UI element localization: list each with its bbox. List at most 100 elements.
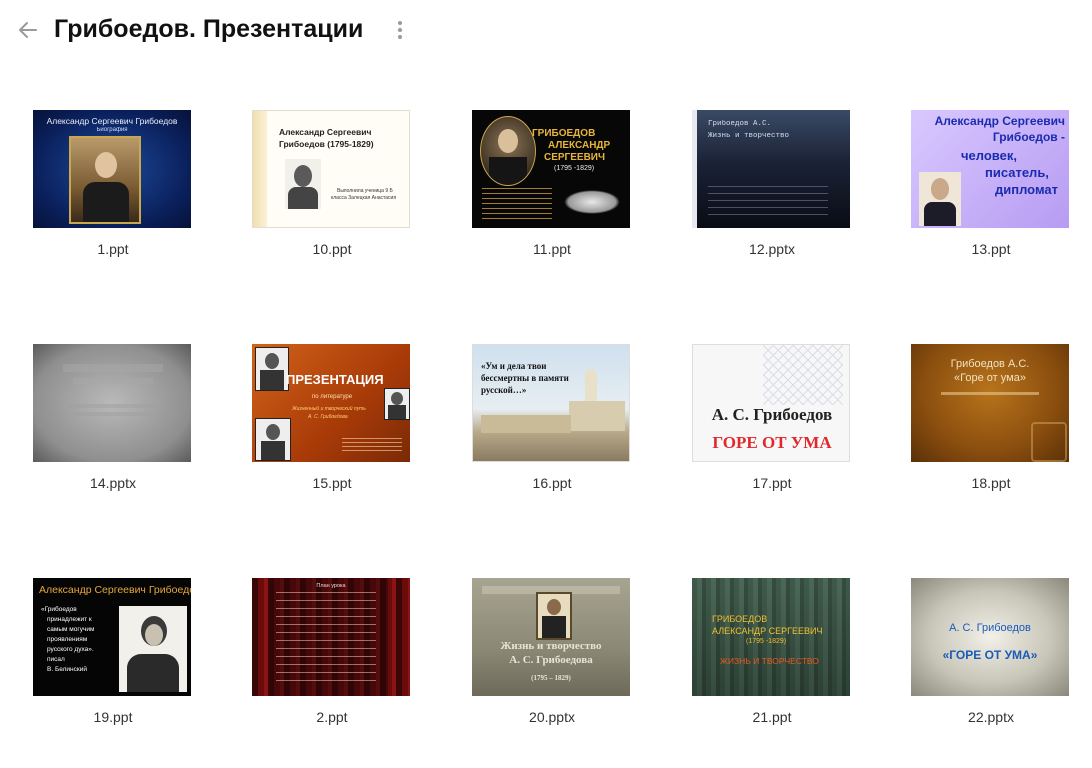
slide-text: Александр Сергеевич [934,114,1065,128]
slide-text: «Грибоедов [41,606,77,613]
file-item[interactable]: 14.pptx [13,344,213,534]
slide-text: писатель, [985,165,1049,180]
slide-thumbnail: А. С. Грибоедов ГОРЕ ОТ УМА [692,344,850,462]
file-item[interactable]: Грибоедов А.С. «Горе от ума» 18.ppt [891,344,1091,534]
slide-text: ГРИБОЕДОВ [712,614,768,624]
arrow-left-icon [19,22,37,38]
file-name: 15.ppt [312,475,352,491]
slide-text: А. С. Грибоедова [308,414,348,420]
back-button[interactable] [16,18,40,42]
portrait-image [255,418,291,461]
more-button[interactable] [390,19,410,41]
slide-text: В. Белинский [47,666,87,673]
file-item[interactable]: ГРИБОЕДОВ АЛЕКСАНДР СЕРГЕЕВИЧ (1795 -182… [672,578,872,768]
file-name: 18.ppt [971,475,1011,491]
slide-text: План урока [316,583,346,589]
slide-text: дипломат [995,182,1058,197]
slide-text: (1795 -1829) [554,165,595,172]
slide-text: А. С. Грибоедов [949,622,1031,634]
slide-thumbnail: ГРИБОЕДОВ АЛЕКСАНДР СЕРГЕЕВИЧ (1795 -182… [692,578,850,696]
slide-thumbnail: Александр Сергеевич Грибоедов Биография [33,110,191,228]
slide-thumbnail: ГРИБОЕДОВ АЛЕКСАНДР СЕРГЕЕВИЧ (1795 -182… [472,110,630,228]
slide-text: СЕРГЕЕВИЧ [544,152,606,163]
file-item[interactable]: А. С. Грибоедов ГОРЕ ОТ УМА 17.ppt [672,344,872,534]
slide-thumbnail: Александр Сергеевич Грибоедов (1795-1829… [252,110,410,228]
file-name: 14.pptx [90,475,136,491]
slide-text: Грибоедов - [992,130,1065,144]
file-name: 10.ppt [312,241,352,257]
file-item[interactable]: Александр Сергеевич Грибоедов - человек,… [891,110,1091,300]
file-name: 16.ppt [532,475,572,491]
slide-text: Грибоедов А.С. [950,358,1030,370]
slide-text: по литературе [312,394,353,400]
slide-text: Жизнь и творчество [500,640,602,652]
portrait-image [384,388,410,420]
slide-text: (1795 – 1829) [531,674,571,682]
slide-text: ГРИБОЕДОВ [532,128,596,139]
file-item[interactable]: Грибоедов А.С. Жизнь и творчество 12.ppt… [672,110,872,300]
portrait-image [480,116,536,186]
file-item[interactable]: Александр Сергеевич Грибоедов «Грибоедов… [13,578,213,768]
slide-thumbnail: А. С. Грибоедов «ГОРЕ ОТ УМА» [911,578,1069,696]
file-name: 19.ppt [93,709,133,725]
slide-text: Александр Сергеевич [279,127,372,137]
slide-thumbnail: «Ум и дела твои бессмертны в памяти русс… [472,344,630,462]
slide-thumbnail: Жизнь и творчество А. С. Грибоедова (179… [472,578,630,696]
file-item[interactable]: Александр Сергеевич Грибоедов Биография … [13,110,213,300]
slide-text: «Ум и дела твои [481,361,547,371]
header: Грибоедов. Презентации [0,0,1092,60]
slide-thumbnail: План урока [252,578,410,696]
file-name: 22.pptx [968,709,1014,725]
slide-text: Жизненный и творческий путь [292,406,366,412]
file-name: 1.ppt [97,241,129,257]
slide-text: бессмертны в памяти [481,373,569,383]
portrait-image [69,136,141,224]
file-name: 17.ppt [752,475,792,491]
page-title: Грибоедов. Презентации [54,15,364,43]
slide-text: (1795 -1829) [746,638,787,645]
slide-thumbnail: Александр Сергеевич Грибоедов «Грибоедов… [33,578,191,696]
portrait-image [536,592,572,640]
file-item[interactable]: План урока 2.ppt [232,578,432,768]
file-item[interactable]: А. С. Грибоедов «ГОРЕ ОТ УМА» 22.pptx [891,578,1091,768]
slide-text: ПРЕЗЕНТАЦИЯ [286,372,384,387]
slide-text: Жизнь и творчество [708,132,790,140]
slide-text: принадлежит к [47,616,92,623]
file-item[interactable]: ПРЕЗЕНТАЦИЯ по литературе Жизненный и тв… [232,344,432,534]
portrait-image [285,159,321,209]
slide-text: самым могучим [47,626,95,633]
slide-text: Грибоедов А.С. [708,120,772,128]
file-item[interactable]: ГРИБОЕДОВ АЛЕКСАНДР СЕРГЕЕВИЧ (1795 -182… [452,110,652,300]
slide-text: ГОРЕ ОТ УМА [712,433,832,452]
slide-text: «Горе от ума» [954,372,1026,384]
slide-text: АЛЕКСАНДР [548,140,611,151]
portrait-image [255,347,289,391]
slide-text: Выполнила ученица 9 Б [337,188,393,194]
slide-text: человек, [961,148,1017,163]
slide-text: Александр Сергеевич Грибоедов [39,584,191,596]
file-name: 13.ppt [971,241,1011,257]
file-item[interactable]: Жизнь и творчество А. С. Грибоедова (179… [452,578,652,768]
slide-thumbnail: Александр Сергеевич Грибоедов - человек,… [911,110,1069,228]
portrait-image [919,172,961,226]
slide-text: проявлениям [47,636,88,643]
file-name: 11.ppt [533,241,571,257]
slide-text: класса Залецкая Анастасия [331,195,397,201]
slide-text: писал [47,656,65,663]
slide-text: Александр Сергеевич Грибоедов [46,116,178,126]
slide-thumbnail [33,344,191,462]
slide-text: русского духа». [47,646,94,653]
slide-thumbnail: Грибоедов А.С. Жизнь и творчество [692,110,850,228]
slide-text: ЖИЗНЬ И ТВОРЧЕСТВО [720,656,819,666]
slide-text: русской…» [481,385,527,395]
slide-text: АЛЕКСАНДР СЕРГЕЕВИЧ [712,626,823,636]
file-name: 2.ppt [316,709,348,725]
file-item[interactable]: «Ум и дела твои бессмертны в памяти русс… [452,344,652,534]
file-name: 12.pptx [749,241,795,257]
slide-text: Биография [96,127,128,133]
slide-text: Грибоедов (1795-1829) [279,139,374,149]
file-name: 21.ppt [752,709,792,725]
portrait-image [119,606,187,692]
file-item[interactable]: Александр Сергеевич Грибоедов (1795-1829… [232,110,432,300]
slide-thumbnail: Грибоедов А.С. «Горе от ума» [911,344,1069,462]
